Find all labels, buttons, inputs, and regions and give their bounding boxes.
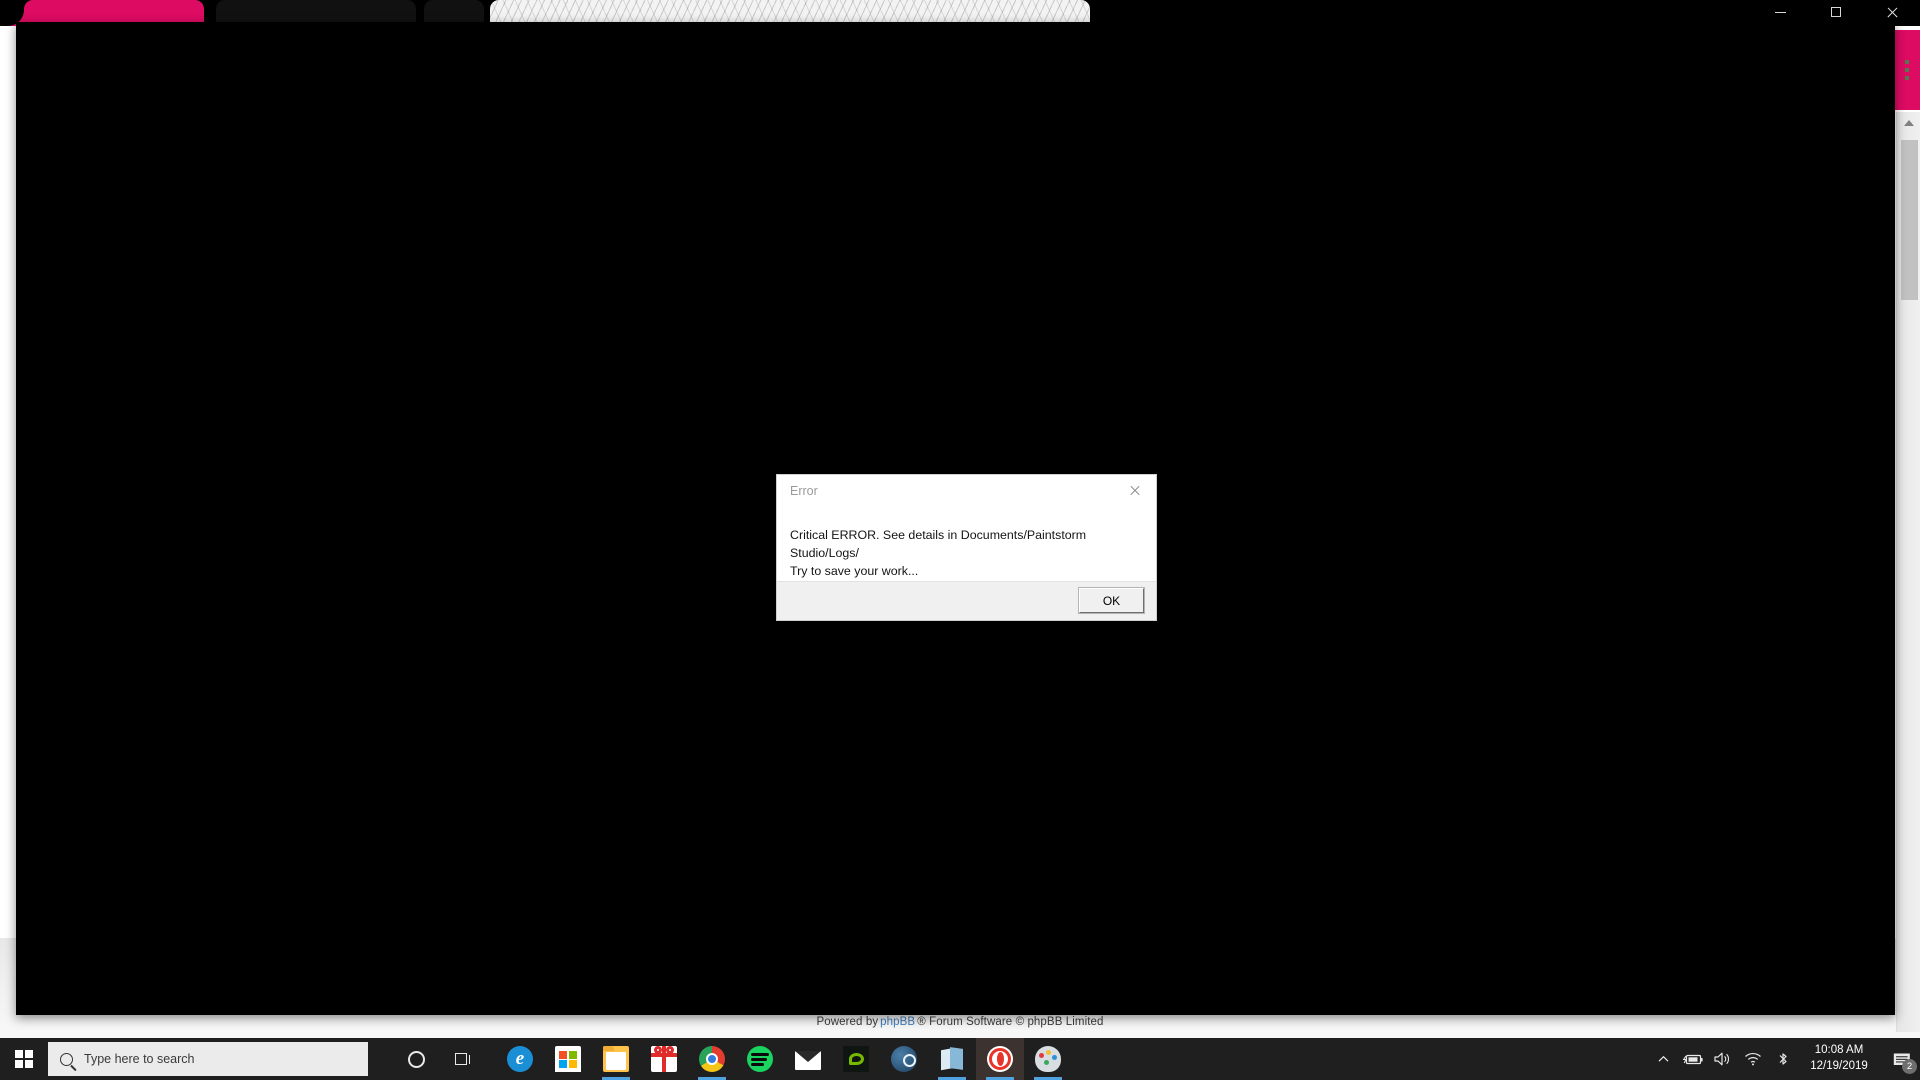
show-hidden-icons-button[interactable] [1648, 1038, 1678, 1080]
cortana-icon [407, 1050, 425, 1068]
battery-button[interactable] [1678, 1038, 1708, 1080]
file-explorer-icon [603, 1046, 629, 1072]
minimize-icon [1774, 11, 1786, 13]
error-dialog: Error Critical ERROR. See details in Doc… [776, 474, 1157, 621]
maximize-icon [1831, 7, 1841, 17]
phpbb-link[interactable]: phpBB [880, 1016, 915, 1028]
chrome-icon [699, 1046, 725, 1072]
notifications-button[interactable]: 2 [1884, 1038, 1920, 1080]
taskbar-item-spotify[interactable] [736, 1038, 784, 1080]
volume-icon [1714, 1052, 1729, 1066]
chevron-up-icon [1904, 120, 1914, 126]
taskbar-item-paint[interactable] [1024, 1038, 1072, 1080]
wifi-icon [1745, 1052, 1761, 1066]
close-icon [1129, 484, 1141, 496]
clock-date: 12/19/2019 [1810, 1060, 1868, 1072]
window-minimize-button[interactable] [1752, 0, 1808, 24]
paint-icon [1035, 1046, 1061, 1072]
search-placeholder: Type here to search [84, 1052, 195, 1066]
nvidia-icon [843, 1046, 869, 1072]
taskbar-item-sticky-notes[interactable] [928, 1038, 976, 1080]
bluetooth-button[interactable] [1768, 1038, 1798, 1080]
opera-icon [987, 1046, 1013, 1072]
footer-suffix: ® Forum Software © phpBB Limited [917, 1016, 1104, 1028]
sticky-notes-icon [939, 1046, 965, 1072]
cortana-button[interactable] [392, 1038, 440, 1080]
window-maximize-button[interactable] [1808, 0, 1864, 24]
windows-logo-icon [15, 1050, 33, 1068]
mail-icon [795, 1051, 821, 1070]
notification-count-badge: 2 [1902, 1059, 1917, 1074]
phpbb-footer: Powered by phpBB ® Forum Software © phpB… [0, 1012, 1920, 1032]
ok-button[interactable]: OK [1078, 587, 1145, 614]
bluetooth-icon [1779, 1053, 1787, 1065]
spotify-icon [747, 1046, 773, 1072]
search-icon [60, 1052, 73, 1066]
clock-time: 10:08 AM [1814, 1044, 1864, 1057]
dialog-title: Error [790, 484, 818, 498]
taskbar-item-microsoft-store[interactable] [544, 1038, 592, 1080]
scroll-up-button[interactable] [1897, 112, 1920, 134]
search-input[interactable]: Type here to search [48, 1042, 368, 1076]
taskbar-item-nvidia[interactable] [832, 1038, 880, 1080]
taskbar-item-gift-app[interactable] [640, 1038, 688, 1080]
edge-icon: e [507, 1046, 533, 1072]
volume-button[interactable] [1708, 1038, 1738, 1080]
gift-icon [651, 1046, 677, 1072]
store-icon [555, 1046, 581, 1072]
taskbar-item-steam[interactable] [880, 1038, 928, 1080]
dialog-body: Critical ERROR. See details in Documents… [777, 505, 1156, 583]
taskbar: Type here to search e 10:08 AM 12/19/201… [0, 1038, 1920, 1080]
network-button[interactable] [1738, 1038, 1768, 1080]
taskbar-app-list: e [496, 1038, 1072, 1080]
start-button[interactable] [0, 1038, 48, 1080]
task-view-button[interactable] [440, 1038, 488, 1080]
taskbar-item-google-chrome[interactable] [688, 1038, 736, 1080]
dialog-message: Critical ERROR. See details in Documents… [790, 528, 1087, 578]
dialog-footer: OK [777, 581, 1156, 620]
taskbar-item-file-explorer[interactable] [592, 1038, 640, 1080]
taskbar-item-microsoft-edge[interactable]: e [496, 1038, 544, 1080]
more-options-icon[interactable] [1905, 60, 1909, 80]
scrollbar-thumb[interactable] [1901, 140, 1918, 300]
page-scrollbar[interactable] [1896, 112, 1920, 1032]
task-view-icon [454, 1052, 474, 1067]
taskbar-item-opera[interactable] [976, 1038, 1024, 1080]
window-close-button[interactable] [1864, 0, 1920, 24]
close-icon [1886, 6, 1899, 19]
side-panel [1894, 30, 1920, 110]
dialog-close-button[interactable] [1114, 475, 1156, 505]
screen: Powered by phpBB ® Forum Software © phpB… [0, 0, 1920, 1080]
footer-prefix: Powered by [816, 1016, 879, 1028]
steam-icon [891, 1046, 917, 1072]
taskbar-item-mail[interactable] [784, 1038, 832, 1080]
battery-charging-icon [1683, 1054, 1703, 1064]
system-tray: 10:08 AM 12/19/2019 2 [1648, 1038, 1920, 1080]
chevron-up-icon [1658, 1055, 1668, 1062]
clock[interactable]: 10:08 AM 12/19/2019 [1798, 1038, 1884, 1080]
